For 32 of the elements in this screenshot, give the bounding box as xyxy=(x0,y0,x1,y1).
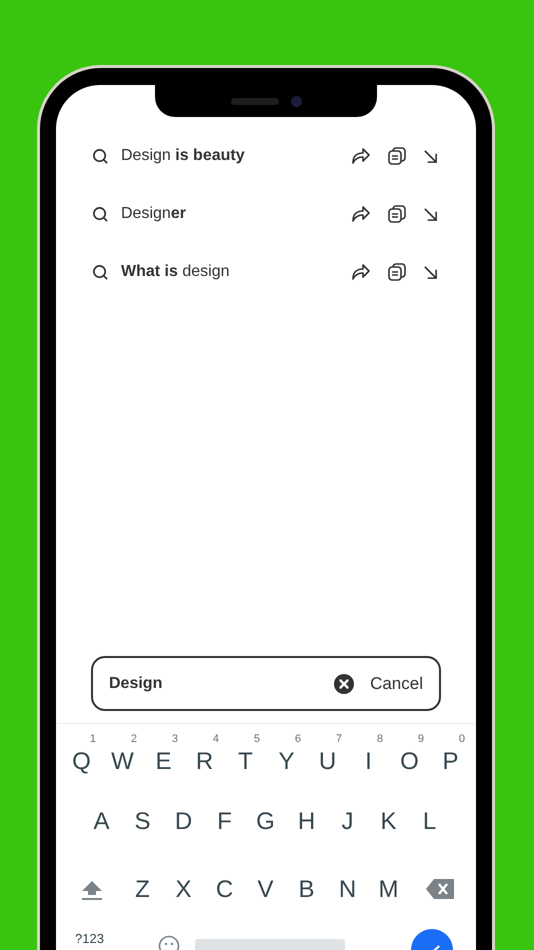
keyboard-key[interactable]: Z xyxy=(122,871,163,919)
keyboard-key[interactable]: U 7 xyxy=(307,731,348,791)
keyboard-key[interactable]: T 5 xyxy=(225,731,266,791)
keyboard-key[interactable]: L xyxy=(409,803,450,851)
suggestion-text[interactable]: Designer xyxy=(121,205,334,223)
keyboard-key[interactable]: S xyxy=(122,803,163,851)
keyboard-key[interactable]: P 0 xyxy=(430,731,471,791)
keyboard-key[interactable]: E 3 xyxy=(143,731,184,791)
keyboard-key[interactable]: F xyxy=(204,803,245,851)
keyboard-key[interactable]: N xyxy=(327,871,368,919)
keyboard-key[interactable]: X xyxy=(163,871,204,919)
keyboard-key[interactable]: V xyxy=(245,871,286,919)
suggestion-text[interactable]: What is design xyxy=(121,263,334,281)
keyboard-key[interactable]: C xyxy=(204,871,245,919)
keyboard-key[interactable]: R 4 xyxy=(184,731,225,791)
keyboard-key[interactable]: I 8 xyxy=(348,731,389,791)
keyboard-key[interactable]: G xyxy=(245,803,286,851)
keyboard-key[interactable]: Y 6 xyxy=(266,731,307,791)
keyboard-key[interactable]: K xyxy=(368,803,409,851)
keyboard-key[interactable]: O 9 xyxy=(389,731,430,791)
keyboard-key[interactable]: J xyxy=(327,803,368,851)
keyboard-key[interactable]: B xyxy=(286,871,327,919)
keyboard-key[interactable]: A xyxy=(81,803,122,851)
keyboard-key[interactable]: H xyxy=(286,803,327,851)
search-field[interactable]: Design Cancel xyxy=(91,656,441,711)
symbols-key[interactable]: ?123 xyxy=(75,931,104,946)
keyboard-key[interactable]: D xyxy=(163,803,204,851)
keyboard-key[interactable]: M xyxy=(368,871,409,919)
keyboard-key[interactable]: W 2 xyxy=(102,731,143,791)
suggestion-text[interactable]: Design is beauty xyxy=(121,147,334,165)
keyboard-key[interactable]: Q 1 xyxy=(61,731,102,791)
cancel-link[interactable]: Cancel xyxy=(370,674,423,694)
